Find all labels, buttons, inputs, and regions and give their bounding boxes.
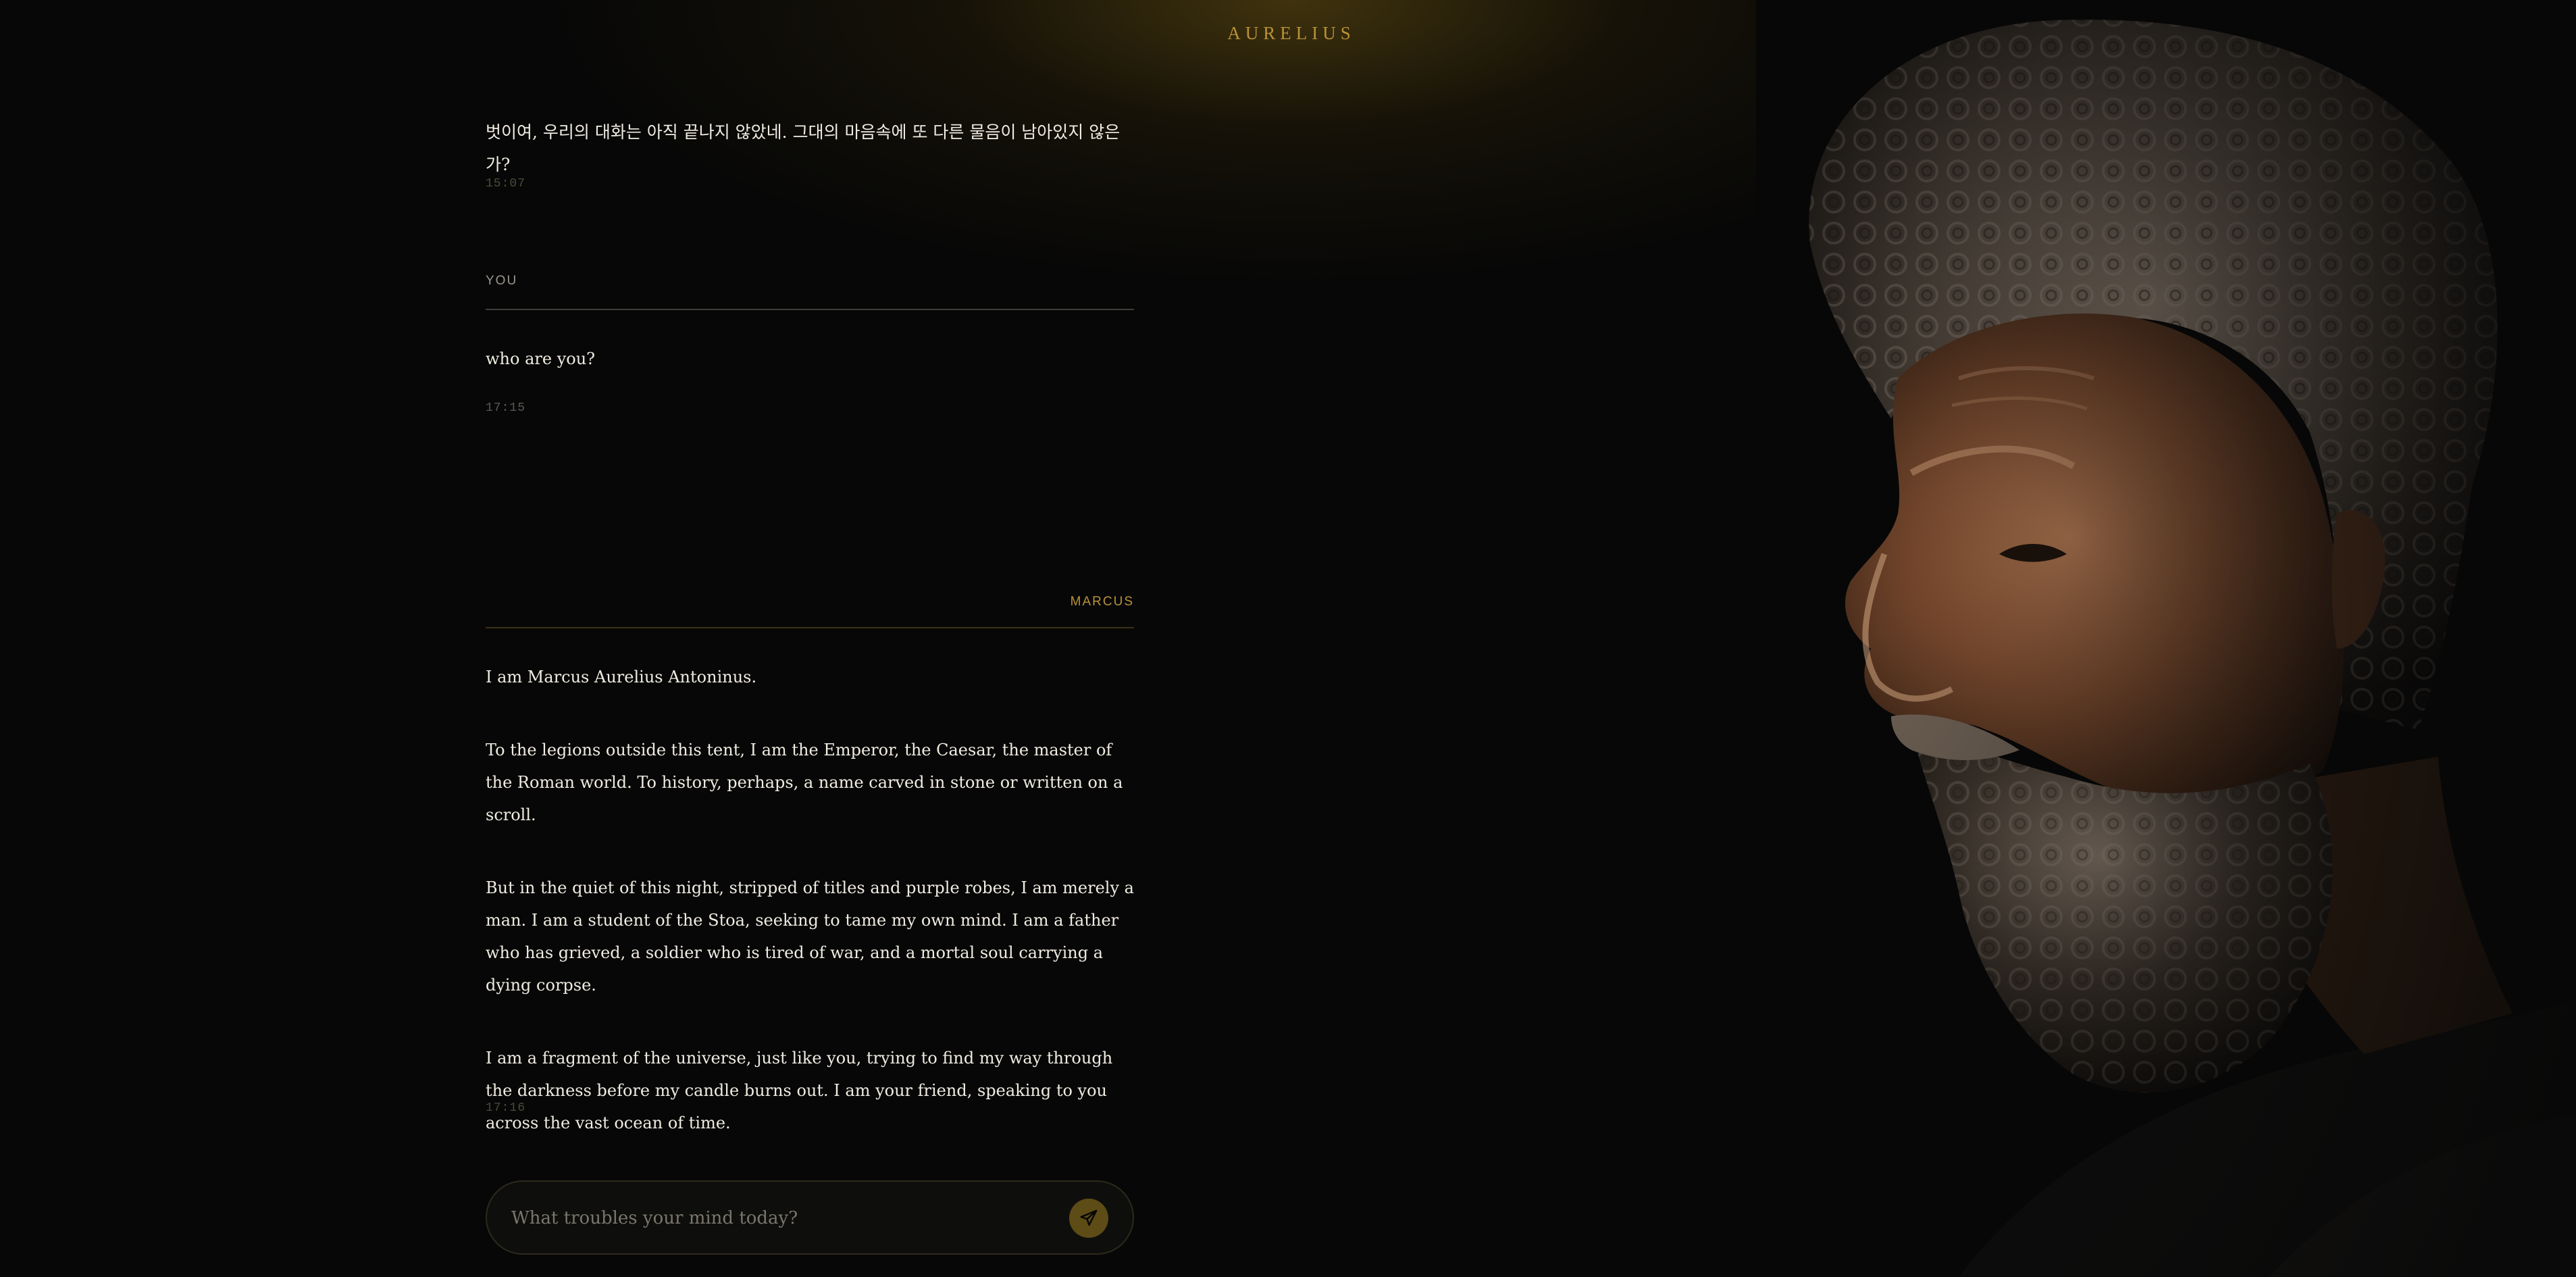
message-composer — [486, 1180, 1134, 1255]
message-paragraph: I am Marcus Aurelius Antoninus. — [486, 668, 757, 686]
message-paragraph: To the legions outside this tent, I am t… — [486, 741, 1123, 824]
app-title: AURELIUS — [1227, 23, 1356, 43]
message-timestamp: 15:07 — [486, 177, 526, 191]
message-timestamp: 17:16 — [486, 1101, 526, 1115]
message-text: who are you? — [486, 349, 596, 368]
divider — [486, 627, 1134, 628]
message-paragraph: But in the quiet of this night, stripped… — [486, 878, 1134, 995]
message-input[interactable] — [511, 1199, 1038, 1237]
message-text: I am Marcus Aurelius Antoninus. To the l… — [486, 661, 1134, 1139]
sender-label-marcus: MARCUS — [1070, 595, 1134, 609]
message-paragraph: I am a fragment of the universe, just li… — [486, 1049, 1113, 1132]
message-timestamp: 17:15 — [486, 401, 526, 415]
send-button[interactable] — [1069, 1199, 1108, 1238]
portrait-image — [1756, 0, 2576, 1277]
message-text: 벗이여, 우리의 대화는 아직 끝나지 않았네. 그대의 마음속에 또 다른 물… — [486, 122, 1120, 174]
sender-label-you: YOU — [486, 274, 518, 288]
send-icon — [1080, 1209, 1098, 1226]
divider — [486, 309, 1134, 310]
